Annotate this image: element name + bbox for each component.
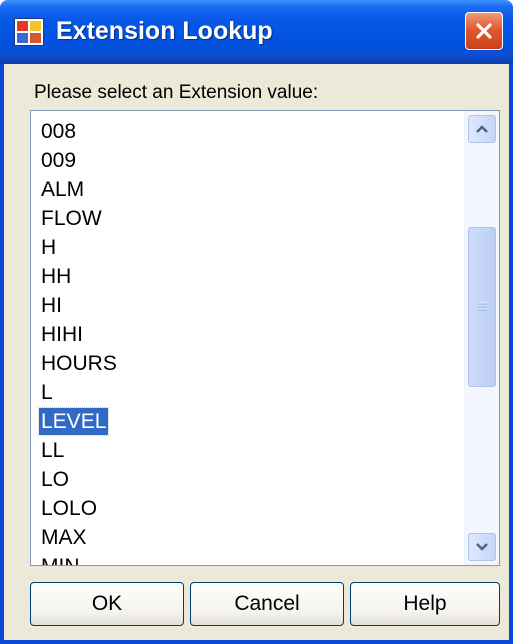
close-button[interactable] <box>465 12 503 50</box>
list-item-label: 008 <box>41 120 77 143</box>
list-item[interactable]: LOLO <box>39 494 451 523</box>
title-bar[interactable]: Extension Lookup <box>0 0 513 64</box>
scroll-down-button[interactable] <box>468 533 496 561</box>
chevron-up-icon <box>476 125 488 133</box>
list-item-label: HOURS <box>41 352 117 375</box>
list-item-label: LEVEL <box>37 407 110 436</box>
list-item-label: MAX <box>41 526 87 549</box>
extension-listbox[interactable]: 008 009 ALM FLOW H HH HI HIHI HOURS L LEVEL LL LO LOL… <box>30 110 500 566</box>
chevron-down-icon <box>476 543 488 551</box>
list-item[interactable]: ALM <box>39 175 451 204</box>
list-item[interactable]: 008 <box>39 117 451 146</box>
close-icon <box>476 23 492 39</box>
list-item-label: HIHI <box>41 323 83 346</box>
list-item[interactable]: HIHI <box>39 320 451 349</box>
list-item[interactable]: FLOW <box>39 204 451 233</box>
scroll-thumb[interactable] <box>468 227 496 387</box>
list-item-label: HH <box>41 265 72 288</box>
list-item[interactable]: LL <box>39 436 451 465</box>
list-item-label: ALM <box>41 178 85 201</box>
list-item-label: L <box>41 381 53 404</box>
help-button[interactable]: Help <box>350 582 500 626</box>
list-item[interactable]: HH <box>39 262 451 291</box>
list-item[interactable]: H <box>39 233 451 262</box>
list-item-label: HI <box>41 294 62 317</box>
list-item[interactable]: MAX <box>39 523 451 552</box>
list-item[interactable]: HI <box>39 291 451 320</box>
list-item[interactable]: L <box>39 378 451 407</box>
list-item[interactable]: HOURS <box>39 349 451 378</box>
cancel-button[interactable]: Cancel <box>190 582 344 626</box>
list-item-label: LO <box>41 468 70 491</box>
prompt-label: Please select an Extension value: <box>34 82 319 103</box>
list-item[interactable]: LEVEL <box>37 407 451 436</box>
list-item-label: LOLO <box>41 497 98 520</box>
list-item[interactable]: MIN <box>39 552 451 565</box>
list-item[interactable]: LO <box>39 465 451 494</box>
dialog-window: Extension Lookup Please select an Extens… <box>0 0 513 644</box>
list-item[interactable]: 009 <box>39 146 451 175</box>
scroll-up-button[interactable] <box>468 115 496 143</box>
vertical-scrollbar[interactable] <box>464 111 499 565</box>
grip-icon <box>477 302 487 311</box>
list-item-label: FLOW <box>41 207 102 230</box>
ok-button[interactable]: OK <box>30 582 184 626</box>
list-item-label: MIN <box>39 555 82 565</box>
app-window-icon <box>14 18 44 46</box>
window-title: Extension Lookup <box>56 17 273 45</box>
list-item-label: 009 <box>41 149 77 172</box>
list-item-label: H <box>41 236 57 259</box>
list-item-label: LL <box>41 439 65 462</box>
extension-list[interactable]: 008 009 ALM FLOW H HH HI HIHI HOURS L LEVEL LL LO LOL… <box>37 117 451 565</box>
